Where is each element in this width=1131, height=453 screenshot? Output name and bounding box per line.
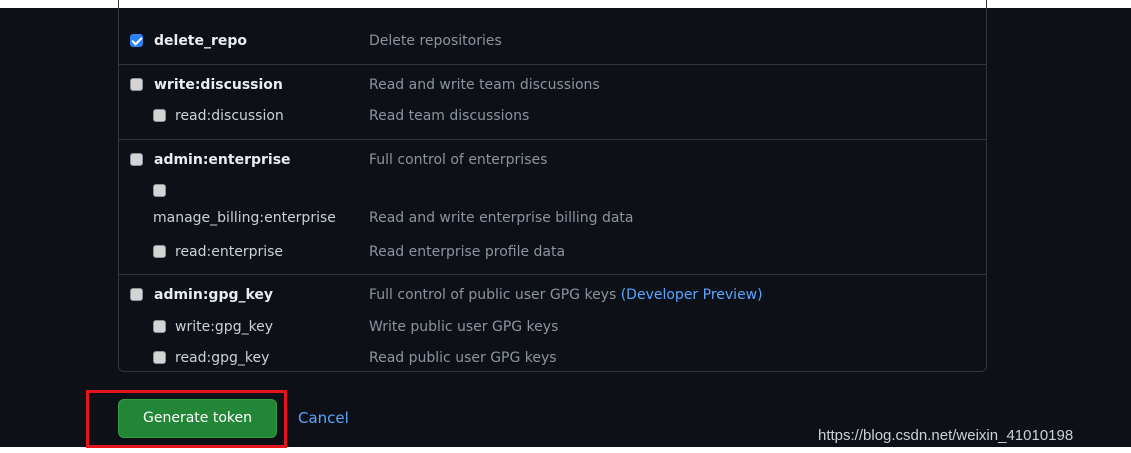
scope-name-admin-gpg-key: admin:gpg_key (154, 287, 274, 303)
generate-token-button[interactable]: Generate token (118, 399, 277, 438)
scope-row-read-discussion[interactable]: read:discussion Read team discussions (0, 104, 1131, 128)
admin-enterprise-checkbox[interactable] (130, 153, 143, 166)
scope-name-write-gpg-key: write:gpg_key (175, 319, 274, 335)
scope-row-delete-repo[interactable]: delete_repo Delete repositories (0, 30, 1131, 54)
scope-desc-admin-gpg-key-text: Full control of public user GPG keys (369, 287, 617, 303)
scope-row-write-gpg-key[interactable]: write:gpg_key Write public user GPG keys (0, 315, 1131, 339)
scope-desc-write-gpg-key: Write public user GPG keys (369, 319, 559, 335)
scope-desc-manage-billing-enterprise: Read and write enterprise billing data (369, 210, 634, 226)
scope-name-read-gpg-key: read:gpg_key (175, 350, 270, 366)
scope-desc-delete-repo: Delete repositories (369, 33, 502, 49)
scope-name-write-discussion: write:discussion (154, 77, 283, 93)
scope-row-read-enterprise[interactable]: read:enterprise Read enterprise profile … (0, 240, 1131, 264)
group-divider (119, 274, 986, 275)
token-scopes-page: delete_repo Delete repositories write:di… (0, 0, 1131, 453)
scope-desc-read-discussion: Read team discussions (369, 108, 530, 124)
scope-name-read-discussion: read:discussion (175, 108, 284, 124)
scope-name-delete-repo: delete_repo (154, 33, 248, 49)
scope-name-manage-billing-enterprise: manage_billing:enterprise (153, 210, 336, 226)
scope-row-manage-billing-enterprise[interactable]: manage_billing:enterprise Read and write… (0, 180, 1131, 232)
scope-desc-read-gpg-key: Read public user GPG keys (369, 350, 557, 366)
scope-row-read-gpg-key[interactable]: read:gpg_key Read public user GPG keys (0, 346, 1131, 370)
write-gpg-key-checkbox[interactable] (153, 320, 166, 333)
admin-gpg-key-checkbox[interactable] (130, 288, 143, 301)
scope-row-admin-enterprise[interactable]: admin:enterprise Full control of enterpr… (0, 149, 1131, 173)
developer-preview-link[interactable]: (Developer Preview) (621, 287, 763, 303)
scope-desc-admin-enterprise: Full control of enterprises (369, 152, 548, 168)
scope-desc-read-enterprise: Read enterprise profile data (369, 244, 566, 260)
manage-billing-enterprise-checkbox[interactable] (153, 184, 166, 197)
group-divider (119, 64, 986, 65)
scope-desc-write-discussion: Read and write team discussions (369, 77, 600, 93)
scope-name-admin-enterprise: admin:enterprise (154, 152, 291, 168)
write-discussion-checkbox[interactable] (130, 78, 143, 91)
read-discussion-checkbox[interactable] (153, 109, 166, 122)
scope-desc-admin-gpg-key: Full control of public user GPG keys (De… (369, 286, 763, 304)
delete-repo-checkbox[interactable] (130, 34, 143, 47)
group-divider (119, 139, 986, 140)
read-enterprise-checkbox[interactable] (153, 245, 166, 258)
cancel-link[interactable]: Cancel (298, 408, 349, 428)
read-gpg-key-checkbox[interactable] (153, 351, 166, 364)
scope-row-write-discussion[interactable]: write:discussion Read and write team dis… (0, 74, 1131, 98)
scope-row-admin-gpg-key[interactable]: admin:gpg_key Full control of public use… (0, 284, 1131, 308)
scope-name-read-enterprise: read:enterprise (175, 244, 284, 260)
watermark: https://blog.csdn.net/weixin_41010198 (818, 427, 1074, 444)
